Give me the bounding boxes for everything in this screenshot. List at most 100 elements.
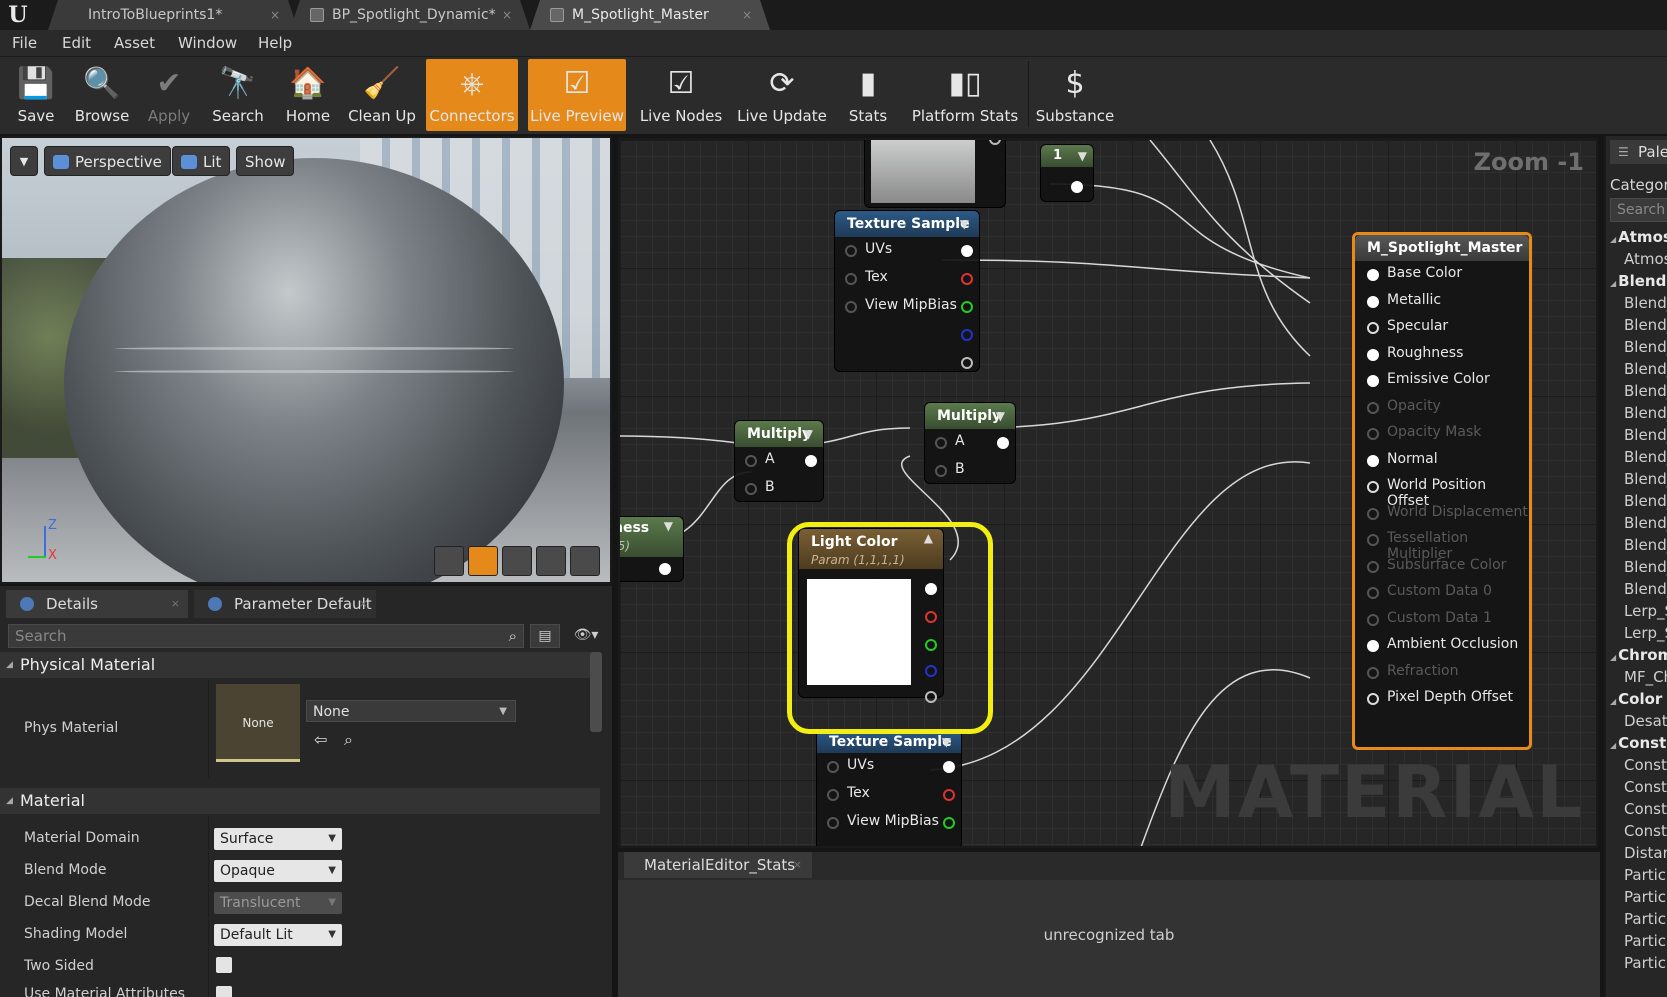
substance-button[interactable]: $ Substance xyxy=(1034,59,1116,131)
tab-details[interactable]: Details × xyxy=(6,590,188,618)
live-update-button[interactable]: ⟳ Live Update xyxy=(736,59,828,131)
palette-item[interactable]: Blend_ xyxy=(1624,448,1667,466)
palette-item[interactable]: Blend_ xyxy=(1624,558,1667,576)
palette-item[interactable]: Consta xyxy=(1624,822,1667,840)
input-pin[interactable] xyxy=(1367,401,1379,414)
close-icon[interactable]: × xyxy=(502,0,512,30)
section-physical-material[interactable]: Physical Material xyxy=(0,652,600,678)
input-pin[interactable] xyxy=(1367,666,1379,679)
platform-stats-button[interactable]: ▮▯ Platform Stats xyxy=(910,59,1020,131)
palette-item[interactable]: Partic xyxy=(1624,866,1666,884)
use-selected-arrow-icon[interactable]: ⇦ xyxy=(314,730,327,749)
palette-category[interactable]: Consta xyxy=(1610,734,1667,752)
input-pin[interactable] xyxy=(1367,640,1379,652)
palette-search-input[interactable]: Search xyxy=(1610,198,1667,222)
perspective-button[interactable]: Perspective xyxy=(44,146,171,176)
unreal-logo-icon[interactable]: U xyxy=(4,2,32,28)
palette-item[interactable]: MF_Ch xyxy=(1624,668,1667,686)
palette-item[interactable]: Blend_ xyxy=(1624,426,1667,444)
tab-material-editor-stats[interactable]: MaterialEditor_Stats × xyxy=(624,852,812,878)
input-pin[interactable] xyxy=(935,465,947,477)
output-pin-r[interactable] xyxy=(943,789,955,801)
two-sided-checkbox[interactable] xyxy=(216,957,232,973)
palette-category[interactable]: Atmos xyxy=(1610,228,1667,246)
input-pin[interactable] xyxy=(745,483,757,495)
tab-parameter-default[interactable]: Parameter Default × xyxy=(194,590,376,618)
input-pin[interactable] xyxy=(1367,693,1379,705)
input-pin[interactable] xyxy=(935,437,947,449)
multiply-node-1[interactable]: Multiply ▼ A B xyxy=(734,420,824,502)
output-pin[interactable] xyxy=(989,140,1001,145)
input-pin[interactable] xyxy=(827,789,839,801)
phys-material-combo[interactable]: None xyxy=(306,700,516,723)
use-material-attributes-checkbox[interactable] xyxy=(216,986,232,997)
palette-item[interactable]: Partic xyxy=(1624,910,1666,928)
close-icon[interactable]: × xyxy=(171,590,180,618)
clean-up-button[interactable]: 🧹 Clean Up xyxy=(344,59,420,131)
output-pin-a[interactable] xyxy=(961,357,973,369)
home-button[interactable]: 🏠 Home xyxy=(276,59,340,131)
stats-button[interactable]: ▮ Stats xyxy=(842,59,894,131)
roughness-param-node[interactable]: ness (5) ▼ xyxy=(620,516,684,582)
input-pin[interactable] xyxy=(1367,507,1379,520)
palette-item[interactable]: Consta xyxy=(1624,756,1667,774)
palette-item[interactable]: Partic xyxy=(1624,888,1666,906)
palette-category[interactable]: Blends xyxy=(1610,272,1667,290)
tab-intro-to-blueprints[interactable]: IntroToBlueprints1* × xyxy=(48,0,298,30)
palette-category[interactable]: Color xyxy=(1610,690,1662,708)
section-material[interactable]: Material xyxy=(0,788,600,814)
palette-item[interactable]: Consta xyxy=(1624,800,1667,818)
output-pin[interactable] xyxy=(1071,181,1083,193)
palette-item[interactable]: Partic xyxy=(1624,954,1666,972)
input-pin[interactable] xyxy=(1367,269,1379,281)
palette-item[interactable]: Blend_ xyxy=(1624,382,1667,400)
lit-button[interactable]: Lit xyxy=(172,146,231,176)
palette-item[interactable]: Blend_ xyxy=(1624,360,1667,378)
menu-help[interactable]: Help xyxy=(258,34,292,52)
input-pin[interactable] xyxy=(827,817,839,829)
multiply-node-2[interactable]: Multiply ▼ A B xyxy=(924,402,1016,484)
output-pin-rgb[interactable] xyxy=(943,761,955,773)
input-pin[interactable] xyxy=(1367,481,1379,493)
input-pin[interactable] xyxy=(845,273,857,285)
output-pin-rgb[interactable] xyxy=(961,245,973,257)
menu-asset[interactable]: Asset xyxy=(114,34,155,52)
input-pin[interactable] xyxy=(1367,428,1379,440)
tab-m-spotlight-master[interactable]: M_Spotlight_Master × xyxy=(530,0,770,30)
palette-item[interactable]: Blend_ xyxy=(1624,580,1667,598)
palette-item[interactable]: Blend_ xyxy=(1624,492,1667,510)
input-pin[interactable] xyxy=(845,245,857,257)
palette-item[interactable]: Blend_ xyxy=(1624,338,1667,356)
palette-item[interactable]: Blend_ xyxy=(1624,470,1667,488)
sphere-preview-button[interactable] xyxy=(468,546,498,576)
browse-button[interactable]: 🔍 Browse xyxy=(70,59,134,131)
input-pin[interactable] xyxy=(1367,534,1379,546)
cylinder-preview-button[interactable] xyxy=(434,546,464,576)
texture-sample-node-2[interactable]: Texture Sample ▼ UVs Tex View MipBias xyxy=(816,730,962,846)
output-pin-g[interactable] xyxy=(961,301,973,313)
eye-icon[interactable]: 👁▾ xyxy=(566,624,606,648)
menu-file[interactable]: File xyxy=(12,34,37,52)
palette-item[interactable]: Lerp_S xyxy=(1624,602,1667,620)
constant-node[interactable]: 1 ▼ xyxy=(1040,144,1094,202)
material-output-node[interactable]: M_Spotlight_Master Base Color Metallic Spe… xyxy=(1352,232,1532,750)
input-pin[interactable] xyxy=(1367,560,1379,573)
tab-bp-spotlight-dynamic[interactable]: BP_Spotlight_Dynamic* × xyxy=(290,0,530,30)
input-pin[interactable] xyxy=(1367,613,1379,626)
close-icon[interactable]: × xyxy=(270,0,280,30)
phys-material-thumbnail[interactable]: None xyxy=(216,684,300,762)
input-pin[interactable] xyxy=(745,455,757,467)
material-domain-combo[interactable]: Surface xyxy=(214,828,342,850)
output-pin[interactable] xyxy=(997,437,1009,449)
search-button[interactable]: 🔭 Search xyxy=(206,59,270,131)
input-pin[interactable] xyxy=(1367,454,1379,467)
browse-asset-icon[interactable]: ⌕ xyxy=(344,730,353,750)
palette-item[interactable]: Blend_ xyxy=(1624,294,1667,312)
decal-blend-mode-combo[interactable]: Translucent xyxy=(214,892,342,914)
menu-edit[interactable]: Edit xyxy=(62,34,91,52)
palette-item[interactable]: Distan xyxy=(1624,844,1667,862)
details-search-input[interactable]: Search ⌕ xyxy=(8,624,524,648)
palette-item[interactable]: Lerp_S xyxy=(1624,624,1667,642)
palette-item[interactable]: Partic xyxy=(1624,932,1666,950)
palette-item[interactable]: Atmos xyxy=(1624,250,1667,268)
